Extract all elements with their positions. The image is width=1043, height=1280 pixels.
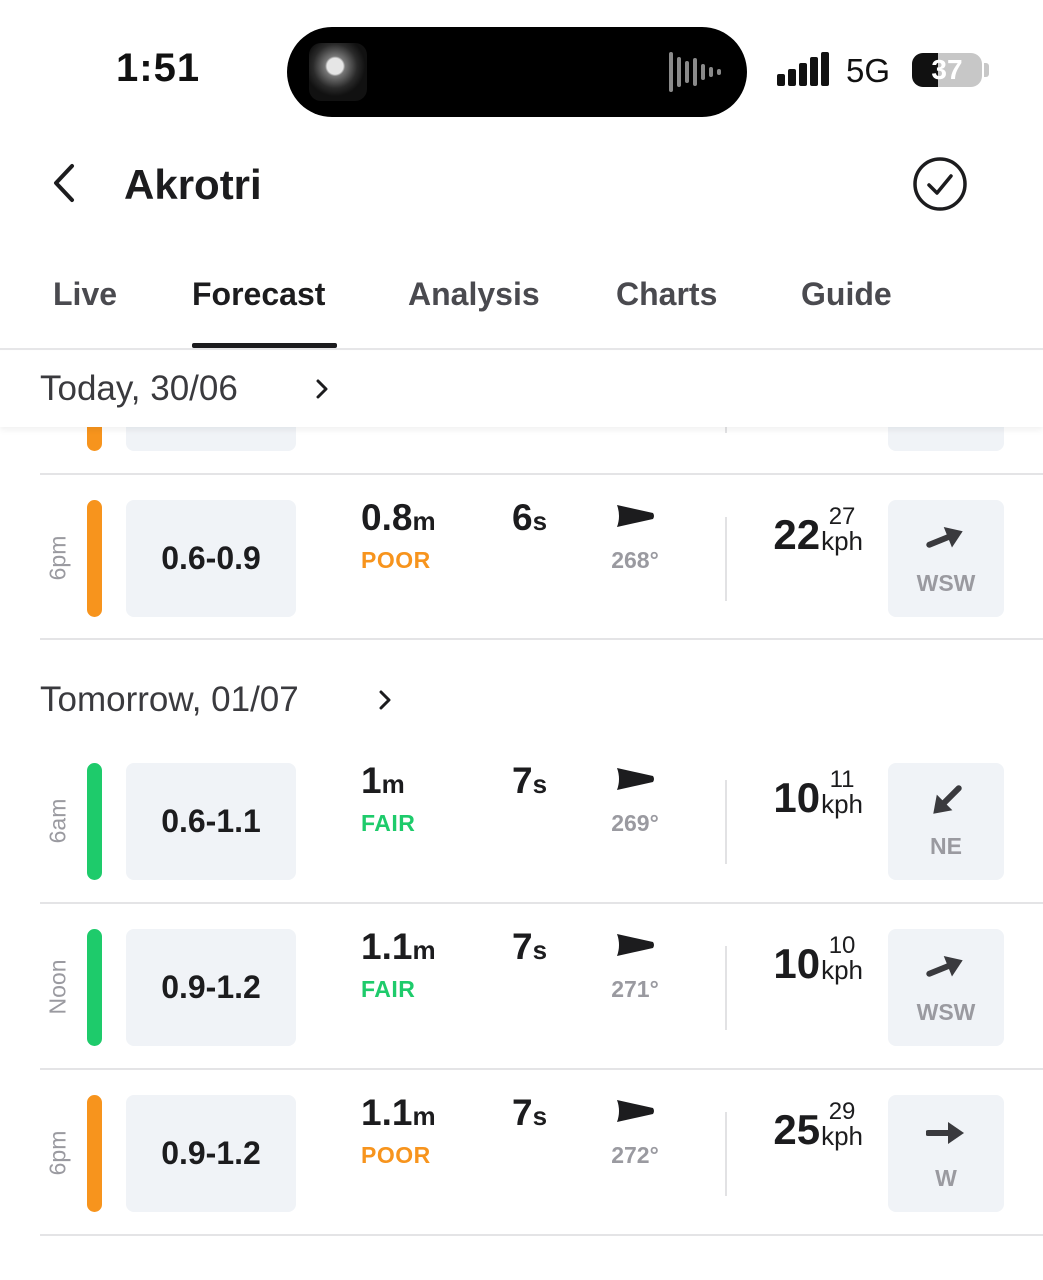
vertical-divider xyxy=(725,427,727,433)
forecast-row[interactable]: 6pm 0.9-1.2 1.1m POOR 7s 272° 25 29 kph W xyxy=(0,1070,1043,1236)
swell-direction-degrees: 268° xyxy=(611,547,659,573)
range-box xyxy=(126,427,296,451)
wind-direction-label: W xyxy=(935,1165,957,1191)
back-button[interactable] xyxy=(40,160,86,206)
surf-height-range: 0.9-1.2 xyxy=(126,1095,296,1212)
rating-bar xyxy=(87,763,102,880)
day-label: Tomorrow, 01/07 xyxy=(40,680,299,719)
surf-rating: POOR xyxy=(361,547,431,573)
tab-analysis[interactable]: Analysis xyxy=(408,276,540,313)
wind-direction-box xyxy=(888,427,1004,451)
status-bar: 1:51 5G 37 xyxy=(0,0,1043,130)
swell-direction-icon xyxy=(617,768,654,790)
swell-direction-icon xyxy=(617,505,654,527)
rating-bar xyxy=(87,929,102,1046)
day-label: Today, 30/06 xyxy=(40,369,238,408)
swell-direction-icon xyxy=(617,1100,654,1122)
vertical-divider xyxy=(725,780,727,864)
swell-height: 1.1m xyxy=(361,1092,436,1133)
battery-icon: 37 xyxy=(912,53,982,87)
swell-direction-degrees: 269° xyxy=(611,810,659,836)
swell-height: 1m xyxy=(361,760,405,801)
row-time: 6pm xyxy=(44,1130,71,1176)
forecast-row-partial xyxy=(0,427,1043,475)
tab-bar: Live Forecast Analysis Charts Guide xyxy=(0,250,1043,350)
tab-forecast[interactable]: Forecast xyxy=(192,276,325,313)
tab-guide[interactable]: Guide xyxy=(801,276,892,313)
wind-direction-label: WSW xyxy=(916,999,976,1025)
forecast-row[interactable]: Noon 0.9-1.2 1.1m FAIR 7s 271° 10 10 kph … xyxy=(0,904,1043,1070)
battery-tip xyxy=(984,63,989,77)
network-type: 5G xyxy=(846,52,891,89)
now-playing-artwork xyxy=(309,43,367,101)
check-circle-icon xyxy=(913,157,967,211)
surf-rating: POOR xyxy=(361,1142,431,1168)
favorite-button[interactable] xyxy=(912,156,968,212)
surf-rating: FAIR xyxy=(361,976,416,1002)
wind-direction-box: WSW xyxy=(888,929,1004,1046)
swell-height: 1.1m xyxy=(361,926,436,967)
swell-period: 7s xyxy=(512,760,548,801)
row-time: 6am xyxy=(44,798,71,844)
chevron-right-icon xyxy=(379,690,391,710)
page-title: Akrotri xyxy=(124,161,262,208)
rating-bar xyxy=(87,427,102,451)
wind-speed: 10 11 kph xyxy=(773,766,863,822)
row-time: 6pm xyxy=(44,535,71,581)
tab-charts[interactable]: Charts xyxy=(616,276,717,313)
vertical-divider xyxy=(725,1112,727,1196)
swell-period: 7s xyxy=(512,1092,548,1133)
surf-rating: FAIR xyxy=(361,810,416,836)
vertical-divider xyxy=(725,517,727,601)
wind-speed: 25 29 kph xyxy=(773,1098,863,1154)
vertical-divider xyxy=(725,946,727,1030)
wind-direction-label: WSW xyxy=(916,570,976,596)
status-time: 1:51 xyxy=(116,46,201,90)
day-header-today[interactable]: Today, 30/06 xyxy=(0,351,1043,427)
wind-direction-box: NE xyxy=(888,763,1004,880)
swell-height: 0.8m xyxy=(361,497,436,538)
wind-direction-label: NE xyxy=(930,833,962,859)
wind-direction-box: W xyxy=(888,1095,1004,1212)
row-divider xyxy=(40,638,1043,640)
active-tab-indicator xyxy=(192,343,337,348)
swell-direction-icon xyxy=(617,934,654,956)
wind-speed: 10 10 kph xyxy=(773,932,863,988)
surf-height-range: 0.6-0.9 xyxy=(126,500,296,617)
surf-height-range: 0.9-1.2 xyxy=(126,929,296,1046)
wind-arrow-icon xyxy=(926,1122,964,1144)
wind-direction-box: WSW xyxy=(888,500,1004,617)
battery-level: 37 xyxy=(931,54,963,85)
row-time: Noon xyxy=(44,959,71,1015)
chevron-right-icon xyxy=(316,379,328,399)
swell-direction-degrees: 272° xyxy=(611,1142,659,1168)
chevron-left-icon xyxy=(54,164,74,202)
swell-period: 7s xyxy=(512,926,548,967)
wind-arrow-icon xyxy=(933,785,962,814)
audio-waveform-icon xyxy=(669,49,721,95)
wind-arrow-icon xyxy=(926,956,963,977)
rating-bar xyxy=(87,500,102,617)
wind-arrow-icon xyxy=(926,527,963,548)
surf-height-range: 0.6-1.1 xyxy=(126,763,296,880)
wind-speed: 22 27 kph xyxy=(773,503,863,559)
forecast-row[interactable]: 6pm 0.6-0.9 0.8m POOR 6s 268° 22 27 kph W… xyxy=(0,475,1043,641)
rating-bar xyxy=(87,1095,102,1212)
dynamic-island[interactable] xyxy=(287,27,747,117)
cellular-signal-icon xyxy=(777,52,829,86)
tab-live[interactable]: Live xyxy=(53,276,117,313)
swell-direction-degrees: 271° xyxy=(611,976,659,1002)
swell-period: 6s xyxy=(512,497,548,538)
day-header-tomorrow[interactable]: Tomorrow, 01/07 xyxy=(0,660,1043,740)
forecast-row[interactable]: 6am 0.6-1.1 1m FAIR 7s 269° 10 11 kph NE xyxy=(0,738,1043,904)
row-divider xyxy=(40,1234,1043,1236)
